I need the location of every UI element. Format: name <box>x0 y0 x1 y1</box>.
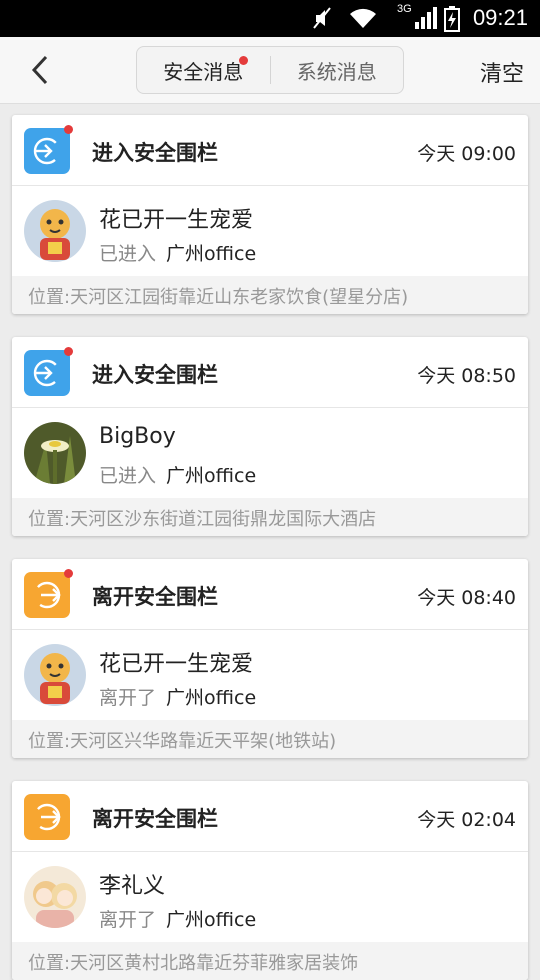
fence-status: 离开了 广州office <box>99 683 256 710</box>
back-button[interactable] <box>24 53 58 87</box>
location-text: 位置:天河区黄村北路靠近芬菲雅家居装饰 <box>28 953 359 974</box>
card-header: 离开安全围栏 今天 08:40 <box>12 559 528 630</box>
message-card[interactable]: 离开安全围栏 今天 08:40 花已开一生宠爱 离开了 广州office 位置:天… <box>12 559 528 758</box>
avatar <box>24 866 86 928</box>
card-body: 花已开一生宠爱 离开了 广州office <box>12 630 528 720</box>
event-time: 今天 02:04 <box>417 809 516 831</box>
avatar <box>24 200 86 262</box>
unread-dot <box>64 347 73 356</box>
fence-name: 广州office <box>166 687 257 709</box>
avatar <box>24 422 86 484</box>
location-text: 位置:天河区江园街靠近山东老家饮食(望星分店) <box>28 287 409 308</box>
event-time: 今天 09:00 <box>417 143 516 165</box>
event-time: 今天 08:40 <box>417 587 516 609</box>
status-bar: 3G 09:21 <box>0 0 540 37</box>
network-type-label: 3G <box>397 3 412 15</box>
unread-dot <box>238 56 248 65</box>
fence-status: 已进入 广州office <box>99 239 256 266</box>
card-header: 离开安全围栏 今天 02:04 <box>12 781 528 852</box>
event-title: 离开安全围栏 <box>92 807 218 831</box>
message-card[interactable]: 进入安全围栏 今天 08:50 BigBoy 已进入 广州office 位置:天河… <box>12 337 528 536</box>
wifi-icon <box>347 6 379 34</box>
event-time: 今天 08:50 <box>417 365 516 387</box>
card-body: BigBoy 已进入 广州office <box>12 408 528 498</box>
user-name: 李礼义 <box>99 874 166 899</box>
leave-fence-icon <box>24 572 70 618</box>
location-text: 位置:天河区兴华路靠近天平架(地铁站) <box>28 731 337 752</box>
card-body: 李礼义 离开了 广州office <box>12 852 528 942</box>
signal-icon <box>414 6 438 34</box>
leave-fence-icon <box>24 794 70 840</box>
tab-system-messages[interactable]: 系统消息 <box>271 47 404 93</box>
message-card[interactable]: 离开安全围栏 今天 02:04 李礼义 离开了 广州office 位置:天河区黄村… <box>12 781 528 980</box>
fence-name: 广州office <box>166 243 257 265</box>
avatar <box>24 644 86 706</box>
unread-dot <box>64 125 73 134</box>
unread-dot <box>64 569 73 578</box>
card-header: 进入安全围栏 今天 08:50 <box>12 337 528 408</box>
location-bar: 位置:天河区江园街靠近山东老家饮食(望星分店) <box>12 276 528 314</box>
tab-security-messages[interactable]: 安全消息 <box>137 47 270 93</box>
location-text: 位置:天河区沙东街道江园街鼎龙国际大酒店 <box>28 509 377 530</box>
user-name: 花已开一生宠爱 <box>99 652 254 677</box>
clear-button[interactable]: 清空 <box>480 56 524 88</box>
fence-status: 离开了 广州office <box>99 905 256 932</box>
message-card[interactable]: 进入安全围栏 今天 09:00 花已开一生宠爱 已进入 广州office 位置:天… <box>12 115 528 314</box>
clock: 09:21 <box>472 5 528 30</box>
action-text: 已进入 <box>99 243 157 265</box>
action-text: 已进入 <box>99 465 157 487</box>
event-title: 进入安全围栏 <box>92 141 218 165</box>
location-bar: 位置:天河区黄村北路靠近芬菲雅家居装饰 <box>12 942 528 980</box>
enter-fence-icon <box>24 350 70 396</box>
location-bar: 位置:天河区兴华路靠近天平架(地铁站) <box>12 720 528 758</box>
chevron-left-icon <box>31 55 48 85</box>
user-name: BigBoy <box>99 424 176 449</box>
battery-charging-icon <box>444 6 460 36</box>
action-text: 离开了 <box>99 909 157 931</box>
message-type-segmented-control: 安全消息 系统消息 <box>136 46 404 94</box>
fence-name: 广州office <box>166 909 257 931</box>
tab-system-messages-label: 系统消息 <box>296 59 377 84</box>
event-title: 离开安全围栏 <box>92 585 218 609</box>
event-title: 进入安全围栏 <box>92 363 218 387</box>
tab-security-messages-label: 安全消息 <box>163 59 244 84</box>
fence-name: 广州office <box>166 465 257 487</box>
top-nav-bar: 安全消息 系统消息 清空 <box>0 37 540 104</box>
card-body: 花已开一生宠爱 已进入 广州office <box>12 186 528 276</box>
fence-status: 已进入 广州office <box>99 461 256 488</box>
mute-icon <box>312 6 332 34</box>
card-header: 进入安全围栏 今天 09:00 <box>12 115 528 186</box>
user-name: 花已开一生宠爱 <box>99 208 254 233</box>
action-text: 离开了 <box>99 687 157 709</box>
enter-fence-icon <box>24 128 70 174</box>
location-bar: 位置:天河区沙东街道江园街鼎龙国际大酒店 <box>12 498 528 536</box>
